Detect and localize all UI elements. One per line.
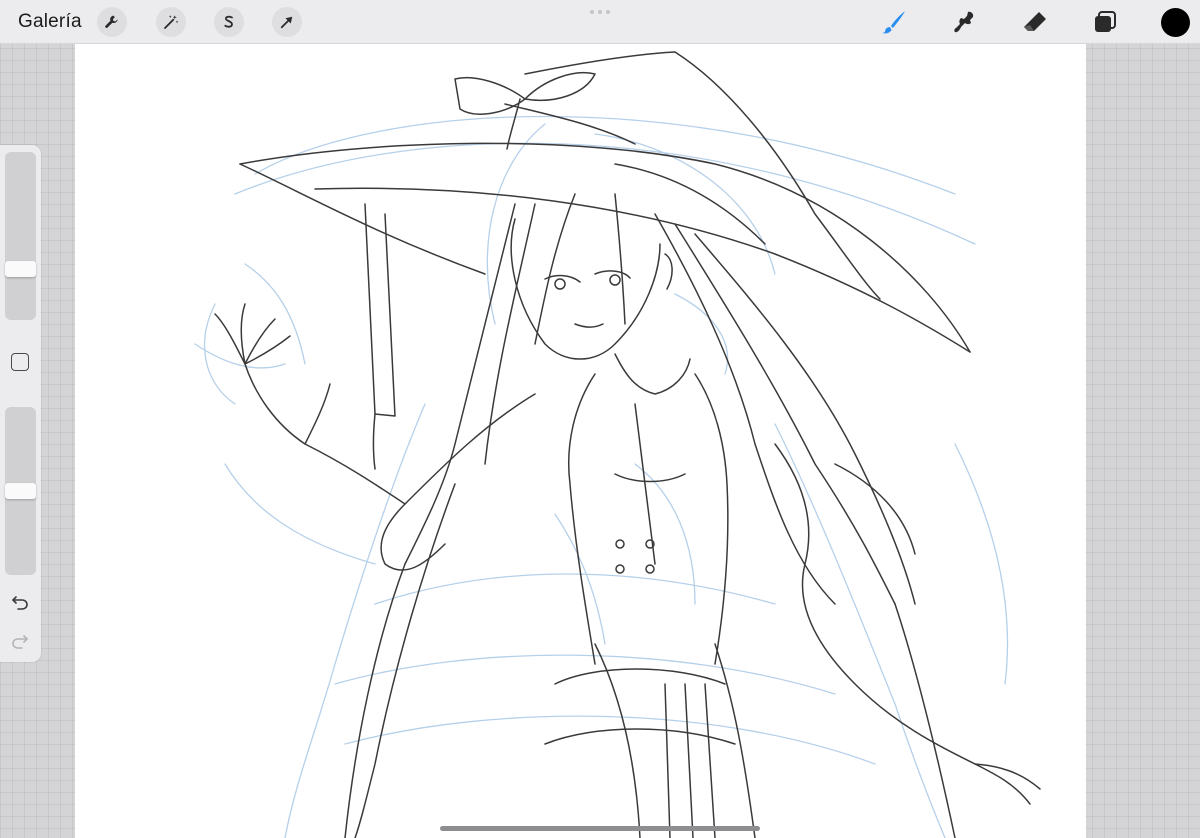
brush-icon — [882, 11, 905, 34]
opacity-slider[interactable] — [5, 407, 36, 575]
left-sidebar — [0, 145, 41, 662]
eraser-tool-button[interactable] — [1020, 7, 1050, 37]
selection-button[interactable] — [214, 7, 244, 37]
redo-icon — [12, 635, 28, 649]
gallery-button[interactable]: Galería — [18, 11, 82, 33]
actions-button[interactable] — [97, 7, 127, 37]
brush-size-slider[interactable] — [5, 152, 36, 320]
square-modifier-icon[interactable] — [11, 353, 29, 371]
wrench-icon — [105, 15, 118, 28]
toolbar-grip[interactable] — [590, 10, 610, 14]
eraser-icon — [1024, 12, 1046, 31]
home-indicator[interactable] — [440, 826, 760, 831]
redo-button[interactable] — [9, 630, 31, 652]
selection-s-icon — [224, 15, 233, 28]
brush-size-slider-thumb[interactable] — [5, 261, 36, 277]
magic-wand-icon — [164, 15, 179, 29]
smudge-icon — [954, 11, 974, 33]
adjustments-button[interactable] — [156, 7, 186, 37]
top-toolbar: Galería — [0, 0, 1200, 44]
layers-button[interactable] — [1090, 7, 1120, 37]
color-picker-button[interactable] — [1161, 8, 1190, 37]
opacity-slider-thumb[interactable] — [5, 483, 36, 499]
brush-tool-button[interactable] — [879, 7, 909, 37]
sketch-drawing — [194, 51, 1041, 838]
transform-button[interactable] — [272, 7, 302, 37]
smudge-tool-button[interactable] — [949, 7, 979, 37]
drawing-canvas[interactable] — [75, 44, 1086, 838]
undo-button[interactable] — [9, 591, 31, 613]
undo-icon — [12, 596, 28, 610]
layers-icon — [1095, 11, 1116, 32]
arrow-cursor-icon — [280, 16, 293, 29]
